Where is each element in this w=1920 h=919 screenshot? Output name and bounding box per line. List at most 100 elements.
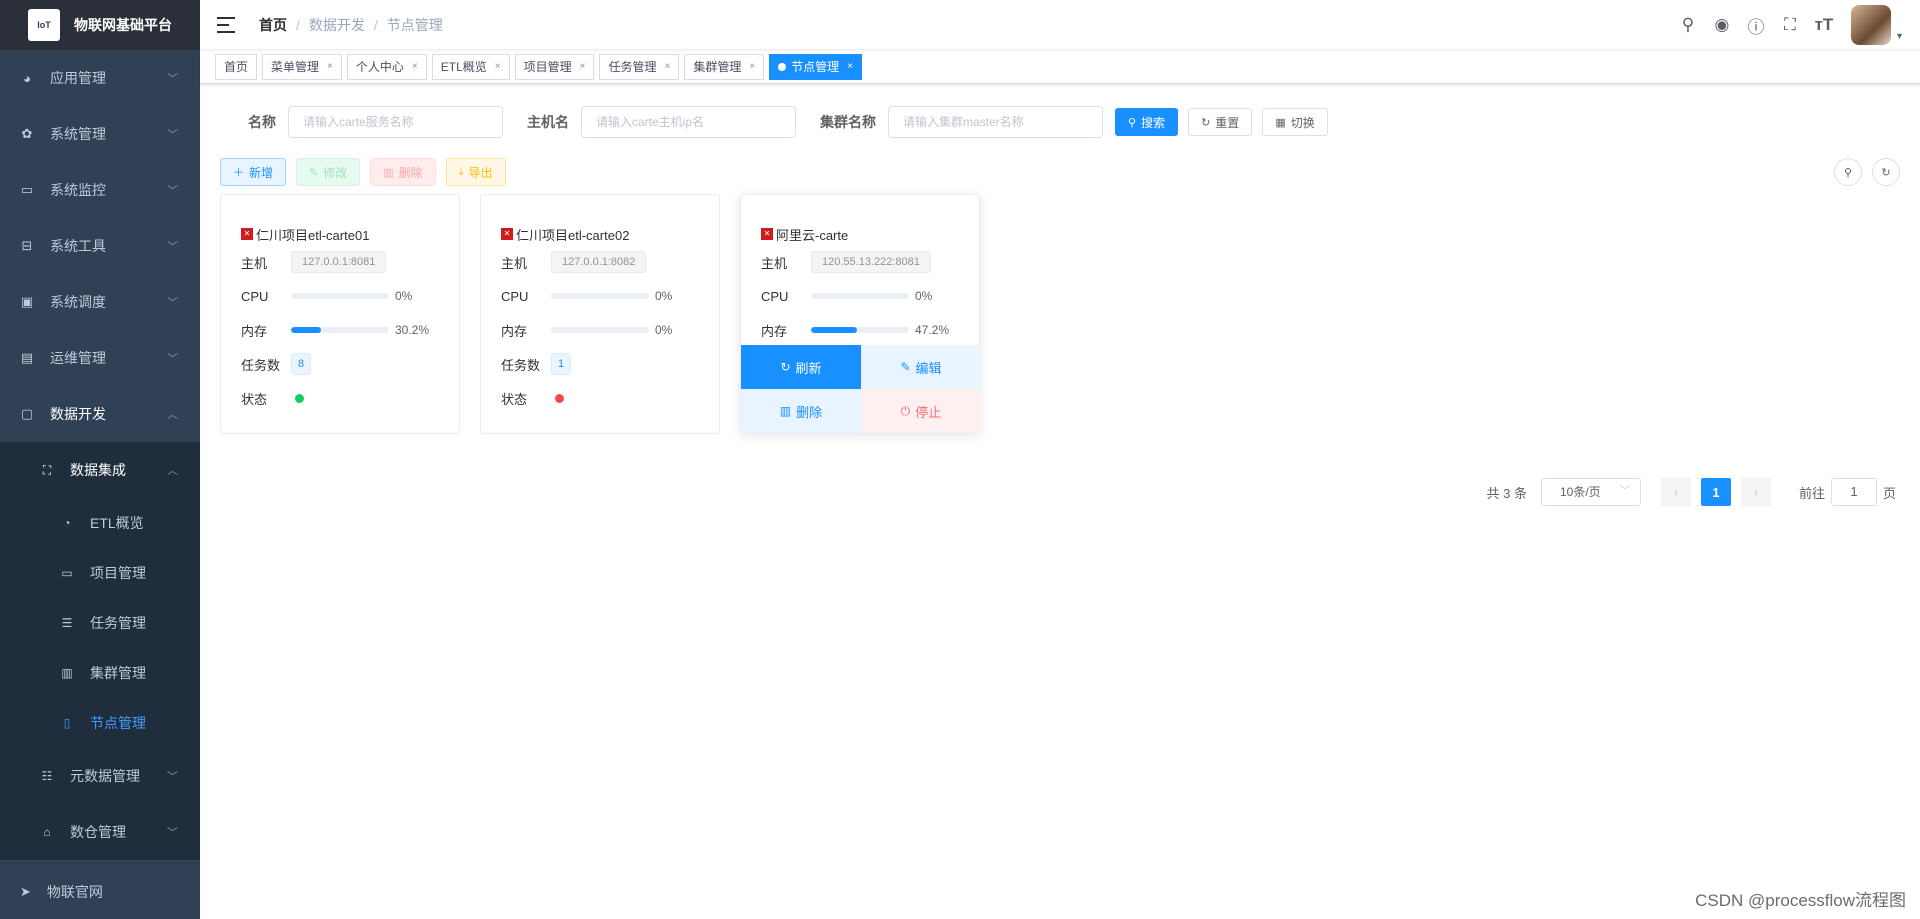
edit-button[interactable]: ✎ 修改 <box>296 158 361 186</box>
close-icon[interactable]: × <box>749 55 755 79</box>
tag-menu-management[interactable]: 菜单管理 × <box>262 53 342 80</box>
tag-home[interactable]: 首页 <box>215 53 258 80</box>
name-input[interactable]: 请输入carte服务名称 <box>288 106 503 138</box>
search-icon: ⚲ <box>1843 166 1853 179</box>
status-dot-icon <box>555 393 564 403</box>
flag-icon: ✕ <box>501 228 513 240</box>
warehouse-icon: ⌂ <box>43 825 51 839</box>
refresh-icon: ↻ <box>1201 116 1211 129</box>
tag-task-management[interactable]: 任务管理 × <box>599 53 680 80</box>
page-number-active[interactable]: 1 <box>1700 478 1731 506</box>
tag-profile[interactable]: 个人中心 × <box>346 53 427 80</box>
power-icon: ⏻ <box>900 403 911 418</box>
node-card[interactable]: ✕ 仁川项目etl-carte01 主机 127.0.0.1:8081 CPU 0% … <box>220 194 460 434</box>
tag-label: 节点管理 <box>791 59 840 74</box>
toggle-button[interactable]: ▦ 切换 <box>1262 108 1328 136</box>
tags-view: 首页 菜单管理 × 个人中心 × ETL概览 × 项目管理 × 任务管理 × 集群管理 × … <box>200 50 1920 84</box>
github-icon[interactable]: ◉ <box>1705 15 1739 35</box>
sidebar-item-system-tools[interactable]: ⊟ 系统工具 ﹀ <box>0 218 200 274</box>
node-card[interactable]: ✕ 阿里云-carte 主机 120.55.13.222:8081 CPU 0% 内存… <box>740 194 981 434</box>
host-label: 主机名 <box>527 114 569 130</box>
sidebar-item-warehouse-management[interactable]: ⌂ 数仓管理 ﹀ <box>0 804 200 860</box>
prev-page-button[interactable]: ‹ <box>1660 478 1691 506</box>
schedule-icon: ▣ <box>20 294 34 309</box>
next-page-button[interactable]: › <box>1740 478 1771 506</box>
logo[interactable]: IoT 物联网基础平台 <box>0 0 200 50</box>
card-edit-button[interactable]: ✎ 编辑 <box>861 345 981 389</box>
close-icon[interactable]: × <box>327 55 333 79</box>
add-button[interactable]: ＋ 新增 <box>220 158 287 186</box>
show-search-button[interactable]: ⚲ <box>1834 158 1862 186</box>
hamburger-icon[interactable] <box>217 16 235 33</box>
fullscreen-icon[interactable]: ⛶ <box>1773 15 1807 35</box>
sidebar-item-label: 数据集成 <box>70 462 126 478</box>
tag-node-management[interactable]: 节点管理 × <box>769 53 863 80</box>
tag-label: 首页 <box>224 59 249 74</box>
node-cards: ✕ 仁川项目etl-carte01 主机 127.0.0.1:8081 CPU 0% … <box>220 194 1900 434</box>
breadcrumb-home[interactable]: 首页 <box>259 15 287 35</box>
chevron-up-icon: ︿ <box>167 409 178 421</box>
sidebar-item-data-integration[interactable]: ⛶ 数据集成 ︿ <box>0 442 200 498</box>
card-delete-button[interactable]: ▥ 删除 <box>741 389 861 433</box>
button-label: 切换 <box>1290 115 1315 130</box>
dashboard-icon: ◔ <box>63 516 71 530</box>
sidebar-item-cluster-management[interactable]: ▥ 集群管理 <box>0 648 200 698</box>
node-card[interactable]: ✕ 仁川项目etl-carte02 主机 127.0.0.1:8082 CPU 0% … <box>480 194 720 434</box>
avatar[interactable] <box>1850 5 1891 45</box>
page-jumper: 前往 1 页 <box>1799 478 1896 506</box>
sidebar-item-app-management[interactable]: ◕ 应用管理 ﹀ <box>0 50 200 106</box>
caret-down-icon[interactable]: ▾ <box>1897 31 1902 42</box>
card-refresh-button[interactable]: ↻ 刷新 <box>741 345 861 389</box>
tasks-badge: 8 <box>291 353 311 375</box>
reset-button[interactable]: ↻ 重置 <box>1188 108 1253 136</box>
close-icon[interactable]: × <box>412 55 418 79</box>
export-button[interactable]: ⤓ 导出 <box>445 158 506 186</box>
refresh-button[interactable]: ↻ <box>1872 158 1900 186</box>
mem-value: 0% <box>655 323 673 337</box>
sidebar-item-system-monitor[interactable]: ▭ 系统监控 ﹀ <box>0 162 200 218</box>
sidebar-item-label: ETL概览 <box>90 515 144 531</box>
card-stop-button[interactable]: ⏻ 停止 <box>861 389 981 433</box>
close-icon[interactable]: × <box>580 55 586 79</box>
tag-etl-overview[interactable]: ETL概览 × <box>431 53 510 80</box>
card-title: ✕ 阿里云-carte <box>761 225 979 243</box>
cluster-input[interactable]: 请输入集群master名称 <box>888 106 1103 138</box>
chevron-down-icon: ﹀ <box>167 185 178 197</box>
host-input[interactable]: 请输入carte主机ip名 <box>581 106 796 138</box>
sidebar-item-label: 系统工具 <box>50 238 106 254</box>
sidebar-item-system-management[interactable]: ✿ 系统管理 ﹀ <box>0 106 200 162</box>
sidebar-item-data-dev[interactable]: ▢ 数据开发 ︿ <box>0 386 200 442</box>
card-name: 阿里云-carte <box>776 227 849 243</box>
chevron-left-icon: ‹ <box>1673 485 1678 499</box>
sidebar-item-etl-overview[interactable]: ◔ ETL概览 <box>0 498 200 548</box>
sidebar-item-label: 系统管理 <box>50 126 106 142</box>
edit-icon: ✎ <box>309 166 319 179</box>
close-icon[interactable]: × <box>664 55 670 79</box>
cpu-progress <box>291 293 389 299</box>
font-size-icon[interactable]: ᴛT <box>1807 15 1841 35</box>
host-label: 主机 <box>241 255 268 271</box>
sidebar-item-metadata-management[interactable]: ☷ 元数据管理 ﹀ <box>0 748 200 804</box>
search-icon[interactable]: ⚲ <box>1671 15 1705 35</box>
tag-cluster-management[interactable]: 集群管理 × <box>684 53 765 80</box>
sidebar-item-task-management[interactable]: ☰ 任务管理 <box>0 598 200 648</box>
chevron-down-icon: ﹀ <box>167 129 178 141</box>
goto-input[interactable]: 1 <box>1830 478 1877 506</box>
delete-button[interactable]: ▥ 删除 <box>370 158 436 186</box>
sidebar-item-official-site[interactable]: ➤ 物联官网 <box>0 863 200 919</box>
mem-value: 30.2% <box>395 323 430 337</box>
sidebar-item-project-management[interactable]: ▭ 项目管理 <box>0 548 200 598</box>
breadcrumb-separator: / <box>296 16 300 33</box>
sidebar-item-system-schedule[interactable]: ▣ 系统调度 ﹀ <box>0 274 200 330</box>
close-icon[interactable]: × <box>847 55 853 79</box>
close-icon[interactable]: × <box>495 55 501 79</box>
task-icon: ☰ <box>61 616 73 630</box>
sidebar-item-label: 节点管理 <box>90 715 146 731</box>
sidebar-item-ops-management[interactable]: ▤ 运维管理 ﹀ <box>0 330 200 386</box>
help-icon[interactable]: ⓘ <box>1739 13 1773 38</box>
tag-project-management[interactable]: 项目管理 × <box>514 53 595 80</box>
sidebar-item-node-management[interactable]: ▯ 节点管理 <box>0 698 200 748</box>
search-button[interactable]: ⚲ 搜索 <box>1115 108 1179 136</box>
mem-label: 内存 <box>761 323 788 339</box>
page-size-select[interactable]: 10条/页 ﹀ <box>1540 478 1641 506</box>
